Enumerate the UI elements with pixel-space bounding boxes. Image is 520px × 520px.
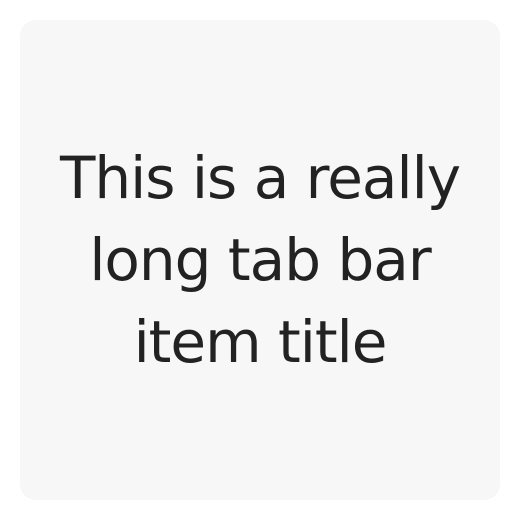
tab-bar-item-title: This is a really long tab bar item title — [59, 144, 461, 376]
tab-bar-item[interactable]: This is a really long tab bar item title — [20, 20, 500, 500]
